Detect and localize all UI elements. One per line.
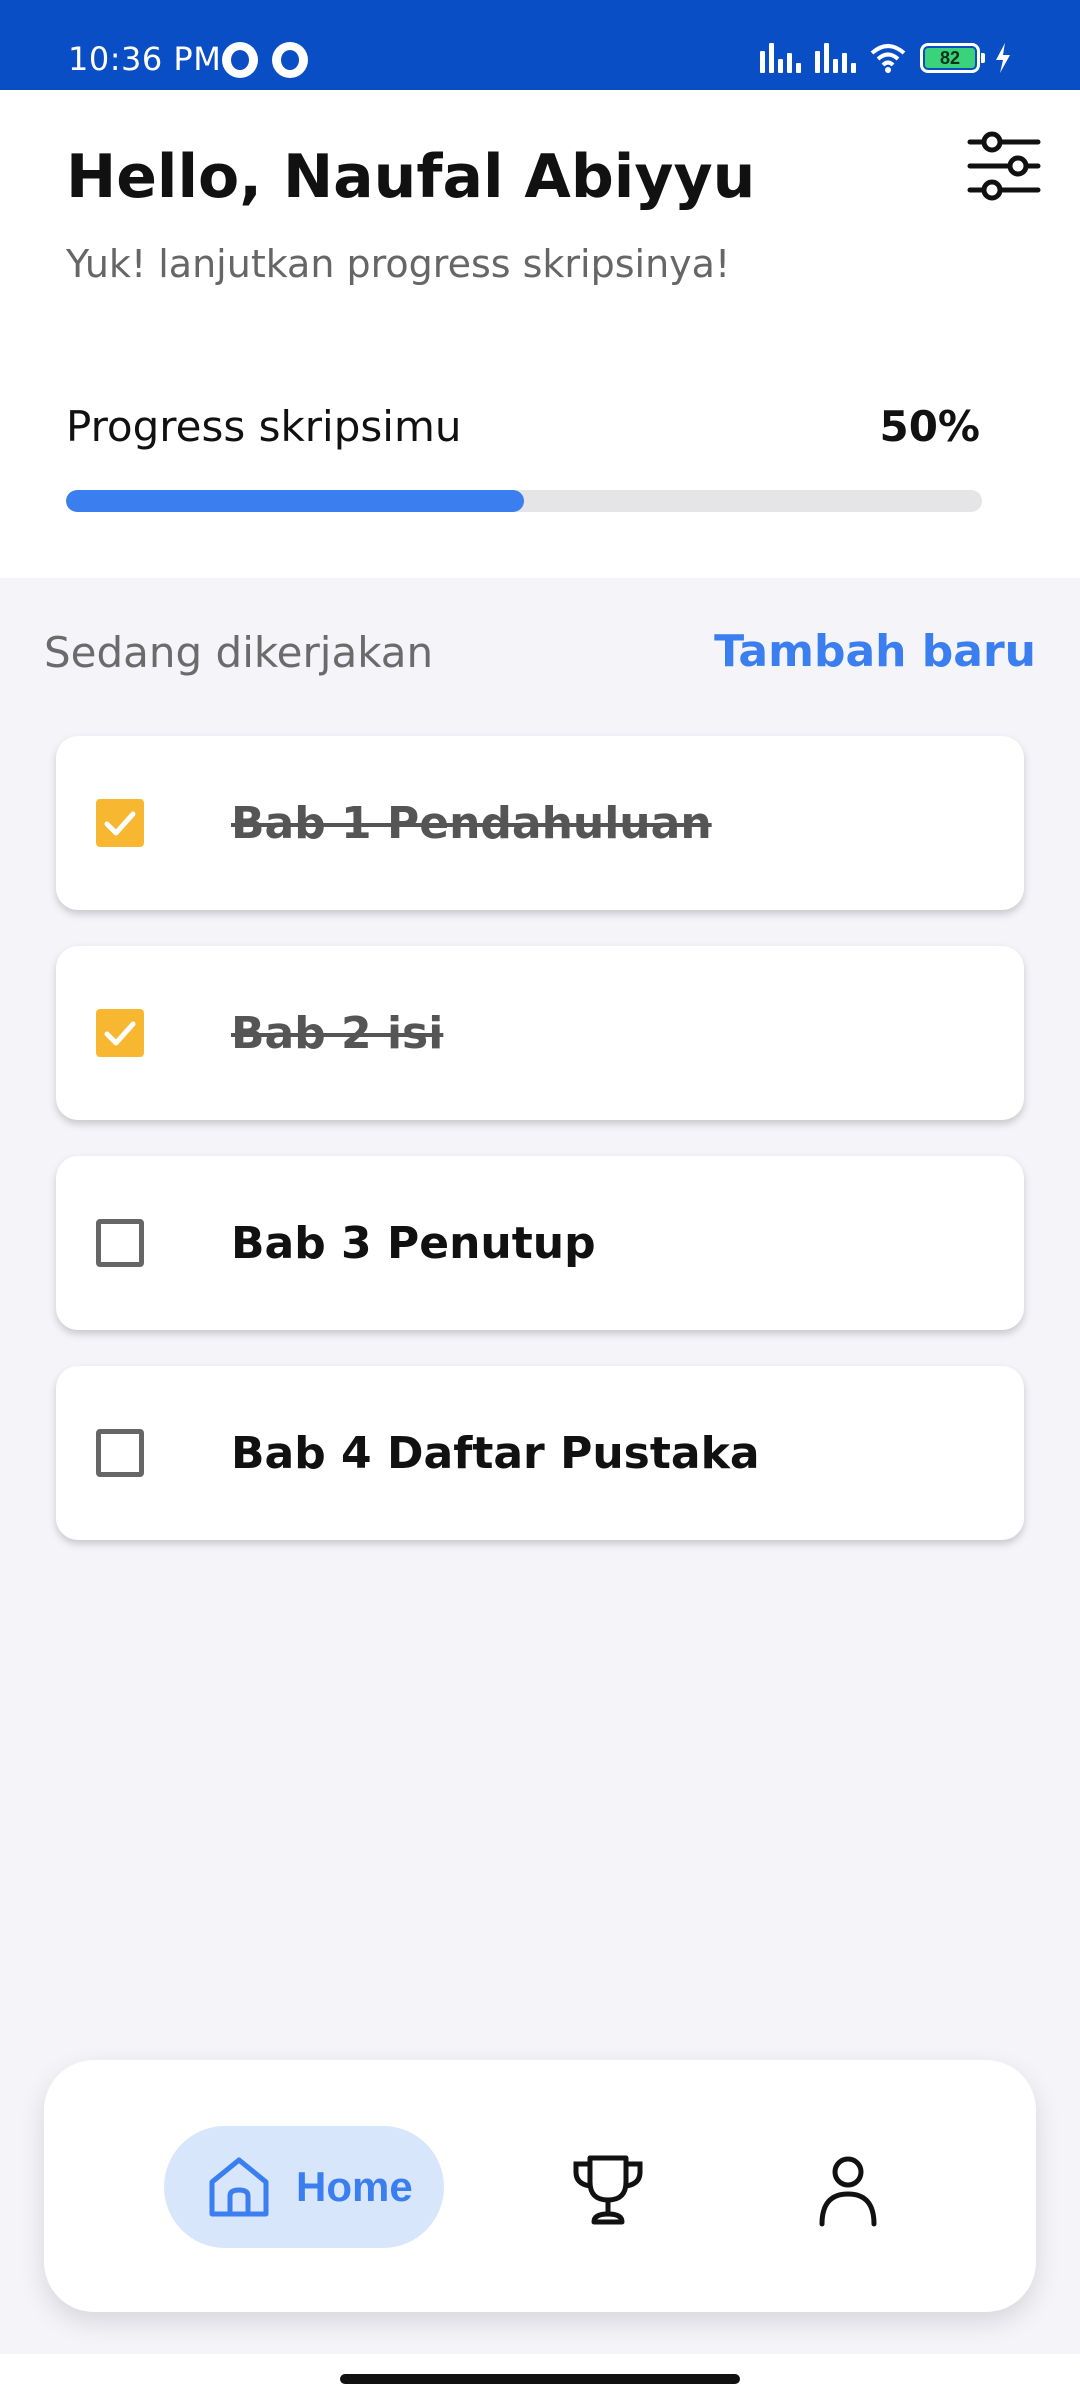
task-card[interactable]: Bab 1 Pendahuluan [56,736,1024,910]
app-notification-icon [272,42,308,78]
profile-icon[interactable] [808,2150,888,2230]
header: Hello, Naufal Abiyyu Yuk! lanjutkan prog… [0,90,1080,578]
task-card[interactable]: Bab 2 isi [56,946,1024,1120]
sliders-icon[interactable] [966,128,1042,204]
task-title: Bab 2 isi [231,1007,444,1059]
nav-home-label: Home [296,2163,413,2210]
checkbox-checked-icon[interactable] [96,799,144,847]
task-card[interactable]: Bab 3 Penutup [56,1156,1024,1330]
trophy-icon[interactable] [568,2150,648,2230]
task-title: Bab 3 Penutup [231,1217,596,1269]
app-notification-icon [222,42,258,78]
wifi-icon [870,44,906,73]
section-title: Sedang dikerjakan [44,628,434,677]
task-card[interactable]: Bab 4 Daftar Pustaka [56,1366,1024,1540]
signal-icon [760,43,801,73]
checkbox-unchecked-icon[interactable] [96,1429,144,1477]
charging-icon [996,43,1010,73]
add-new-button[interactable]: Tambah baru [714,626,1036,677]
status-indicators: 82 [760,38,1012,78]
battery-level: 82 [925,48,975,68]
progress-percentage: 50% [879,402,980,451]
greeting-subtitle: Yuk! lanjutkan progress skripsinya! [66,242,731,286]
system-gesture-area [0,2354,1080,2400]
task-title: Bab 4 Daftar Pustaka [231,1427,760,1479]
task-list: Bab 1 Pendahuluan Bab 2 isi Bab 3 Penutup B… [56,736,1024,1576]
progress-bar [66,490,982,512]
greeting-title: Hello, Naufal Abiyyu [66,142,756,212]
progress-bar-fill [66,490,524,512]
checkbox-unchecked-icon[interactable] [96,1219,144,1267]
status-bar: 10:36 PM 82 [0,0,1080,90]
battery-icon: 82 [920,43,985,73]
gesture-handle[interactable] [340,2374,740,2384]
nav-home-button[interactable]: Home [164,2126,444,2248]
checkbox-checked-icon[interactable] [96,1009,144,1057]
task-title: Bab 1 Pendahuluan [231,797,712,849]
signal-icon [815,43,856,73]
bottom-navigation: Home [44,2060,1036,2312]
home-icon [209,2157,269,2217]
status-time: 10:36 PM [68,40,222,78]
progress-label: Progress skripsimu [66,402,462,451]
